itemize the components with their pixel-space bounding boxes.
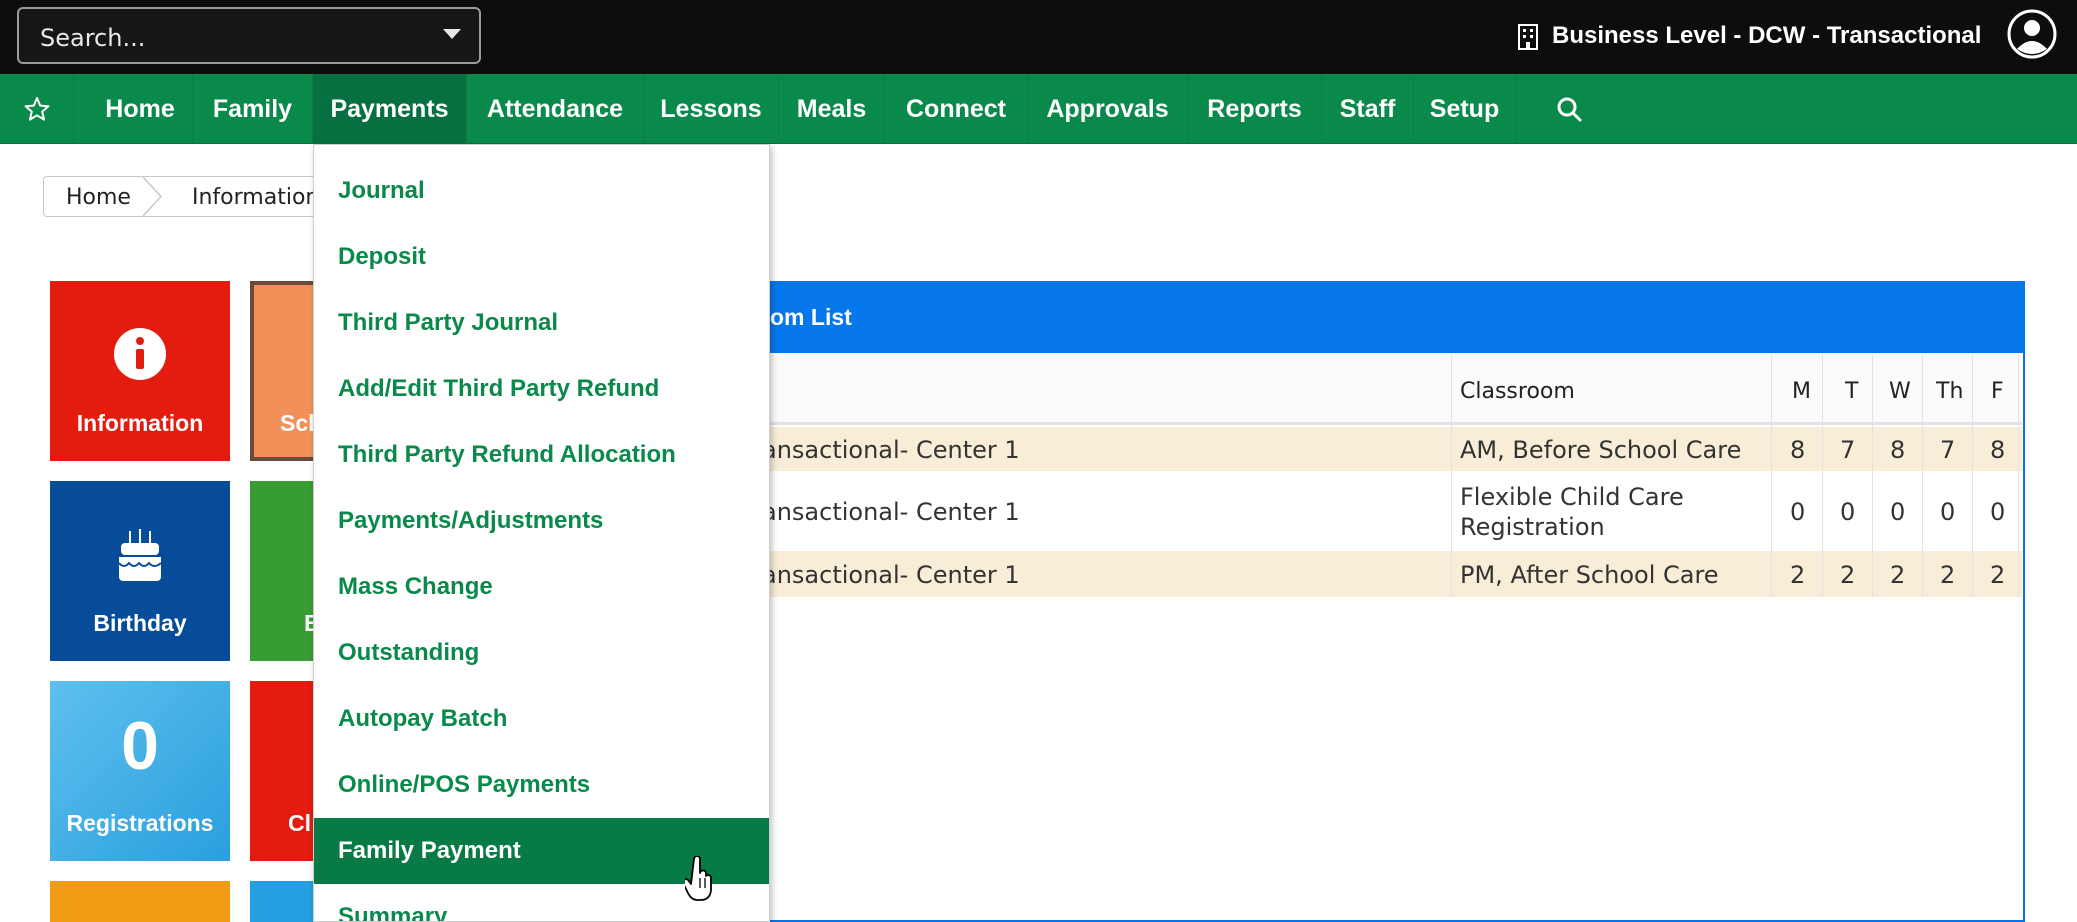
- row-classroom: PM, After School Care: [1460, 561, 1719, 589]
- menu-item-outstanding[interactable]: Outstanding: [314, 620, 769, 686]
- breadcrumb: Home Information: [43, 176, 343, 217]
- row-count-w: 8: [1890, 436, 1906, 464]
- row-count-w: 2: [1890, 561, 1906, 589]
- search-input[interactable]: Search...: [40, 24, 145, 52]
- col-tuesday[interactable]: T: [1845, 379, 1858, 404]
- breadcrumb-current: Information: [192, 185, 320, 210]
- row-count-t: 2: [1840, 561, 1856, 589]
- col-monday[interactable]: M: [1792, 379, 1811, 404]
- row-center: ansactional- Center 1: [762, 436, 1020, 464]
- table-row[interactable]: ansactional- Center 1 PM, After School C…: [762, 551, 2022, 597]
- row-count-th: 2: [1940, 561, 1956, 589]
- menu-item-mass-change[interactable]: Mass Change: [314, 554, 769, 620]
- tile-label: Birthday: [93, 610, 187, 636]
- row-count-m: 8: [1790, 436, 1806, 464]
- favorites-button[interactable]: [0, 74, 74, 144]
- information-tile[interactable]: Information: [50, 281, 230, 461]
- main-nav: Home Family Payments Attendance Lessons …: [0, 74, 2077, 144]
- menu-item-online-pos-payments[interactable]: Online/POS Payments: [314, 752, 769, 818]
- nav-meals[interactable]: Meals: [779, 74, 885, 144]
- menu-item-deposit[interactable]: Deposit: [314, 224, 769, 290]
- row-count-t: 7: [1840, 436, 1856, 464]
- room-list-table-header: Classroom M T W Th F: [762, 355, 2022, 425]
- column-divider: [1822, 355, 1823, 597]
- column-divider: [1771, 355, 1772, 597]
- business-level-label[interactable]: Business Level - DCW - Transactional: [1552, 22, 1981, 50]
- birthday-tile[interactable]: Birthday: [50, 481, 230, 661]
- row-count-f: 0: [1990, 498, 2006, 526]
- row-count-m: 0: [1790, 498, 1806, 526]
- menu-item-payments-adjustments[interactable]: Payments/Adjustments: [314, 488, 769, 554]
- room-list-title: om List: [770, 304, 852, 330]
- nav-payments[interactable]: Payments: [313, 74, 467, 144]
- col-friday[interactable]: F: [1991, 379, 2004, 404]
- table-row[interactable]: ansactional- Center 1 Flexible Child Car…: [762, 471, 2022, 551]
- row-count-f: 2: [1990, 561, 2006, 589]
- row-count-th: 7: [1940, 436, 1956, 464]
- row-count-f: 8: [1990, 436, 2006, 464]
- nav-approvals[interactable]: Approvals: [1028, 74, 1188, 144]
- column-divider: [1972, 355, 1973, 597]
- nav-family[interactable]: Family: [193, 74, 313, 144]
- row-classroom: AM, Before School Care: [1460, 436, 1742, 464]
- nav-home[interactable]: Home: [88, 74, 193, 144]
- room-list-header: om List: [760, 281, 2025, 353]
- row-count-th: 0: [1940, 498, 1956, 526]
- registrations-count: 0: [121, 708, 159, 784]
- building-icon: [1518, 24, 1538, 50]
- menu-item-add-edit-third-party-refund[interactable]: Add/Edit Third Party Refund: [314, 356, 769, 422]
- nav-reports[interactable]: Reports: [1188, 74, 1322, 144]
- nav-staff[interactable]: Staff: [1322, 74, 1414, 144]
- nav-search-button[interactable]: [1554, 74, 1584, 144]
- nav-setup[interactable]: Setup: [1414, 74, 1516, 144]
- col-thursday[interactable]: Th: [1936, 379, 1963, 404]
- search-icon: [1557, 97, 1582, 122]
- top-bar: Search... Business Level - DCW - Transac…: [0, 0, 2077, 74]
- orange-tile[interactable]: [50, 881, 230, 922]
- tile-label: Registrations: [66, 810, 214, 836]
- table-row[interactable]: ansactional- Center 1 AM, Before School …: [762, 427, 2022, 471]
- nav-lessons[interactable]: Lessons: [644, 74, 779, 144]
- col-classroom[interactable]: Classroom: [1460, 379, 1575, 404]
- column-divider: [1922, 355, 1923, 597]
- caret-down-icon[interactable]: [443, 29, 461, 39]
- row-count-t: 0: [1840, 498, 1856, 526]
- registrations-tile[interactable]: 0 Registrations: [50, 681, 230, 861]
- search-dropdown[interactable]: Search...: [17, 7, 481, 64]
- menu-item-third-party-refund-allocation[interactable]: Third Party Refund Allocation: [314, 422, 769, 488]
- row-center: ansactional- Center 1: [762, 498, 1020, 526]
- column-divider: [1872, 355, 1873, 597]
- breadcrumb-home[interactable]: Home: [66, 185, 131, 210]
- user-avatar-icon[interactable]: [2007, 9, 2057, 59]
- row-center: ansactional- Center 1: [762, 561, 1020, 589]
- birthday-cake-icon: [118, 529, 162, 581]
- column-divider: [1451, 355, 1452, 597]
- column-divider: [2018, 355, 2019, 597]
- nav-connect[interactable]: Connect: [885, 74, 1028, 144]
- info-icon: [114, 328, 166, 380]
- row-count-m: 2: [1790, 561, 1806, 589]
- hand-pointer-cursor-icon: [685, 856, 712, 901]
- breadcrumb-chevron-icon: [142, 177, 163, 216]
- menu-item-journal[interactable]: Journal: [314, 158, 769, 224]
- menu-item-autopay-batch[interactable]: Autopay Batch: [314, 686, 769, 752]
- row-count-w: 0: [1890, 498, 1906, 526]
- star-icon: [24, 97, 49, 121]
- menu-item-third-party-journal[interactable]: Third Party Journal: [314, 290, 769, 356]
- nav-attendance[interactable]: Attendance: [467, 74, 644, 144]
- tile-label: Information: [76, 410, 204, 436]
- row-classroom: Flexible Child Care: [1460, 483, 1684, 511]
- payments-dropdown-menu: Journal Deposit Third Party Journal Add/…: [313, 144, 770, 922]
- row-classroom-line2: Registration: [1460, 513, 1605, 541]
- col-wednesday[interactable]: W: [1889, 379, 1911, 404]
